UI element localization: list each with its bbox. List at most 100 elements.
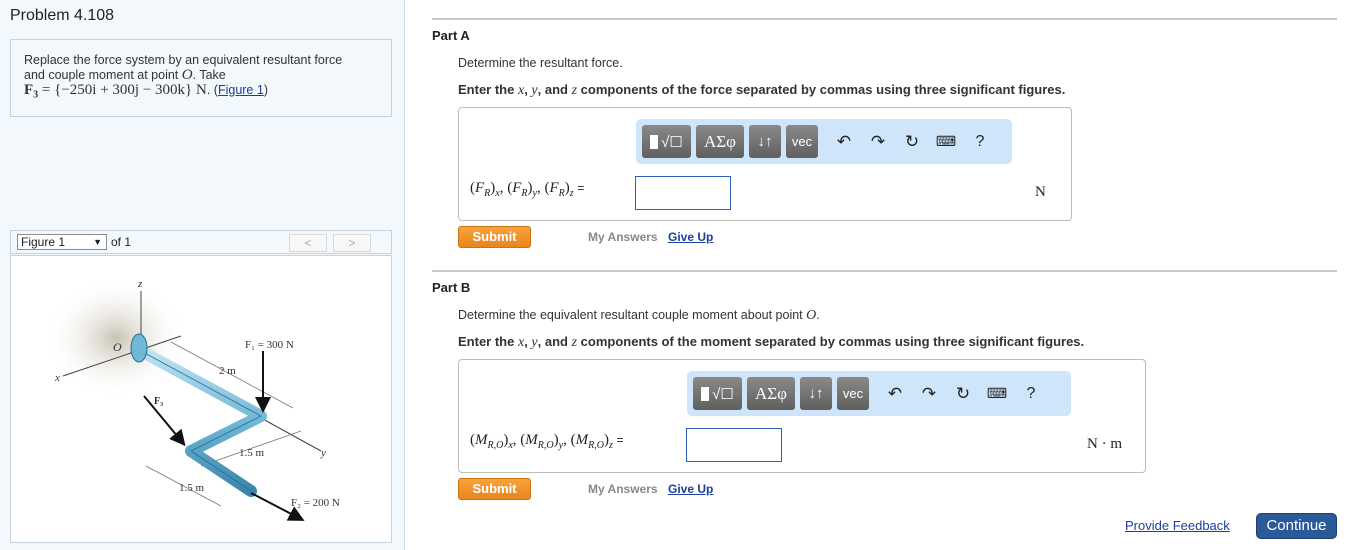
dim-15m-label-a: 1.5 m: [239, 447, 265, 459]
keyboard-icon[interactable]: ⌨: [929, 133, 963, 150]
axis-x-label: x: [54, 372, 60, 384]
part-b-divider: [432, 270, 1337, 272]
part-a-math-toolbar: √☐ ΑΣφ ↓↑ vec ↶ ↷ ↻ ⌨ ?: [636, 119, 1012, 164]
axis-y-label: y: [320, 447, 326, 459]
radical-icon: √☐: [661, 133, 683, 151]
part-a-instruction: Enter the x, y, and z components of the …: [458, 82, 1065, 99]
eq-var-x: x: [508, 440, 513, 451]
point-o: O: [181, 67, 193, 83]
figure-count: of 1: [111, 235, 132, 249]
problem-statement: Replace the force system by an equivalen…: [10, 39, 392, 117]
part-a-answer-box: √☐ ΑΣφ ↓↑ vec ↶ ↷ ↻ ⌨ ? (FR)x, (FR)y, (F…: [458, 107, 1072, 221]
dim-15m-label-b: 1.5 m: [179, 482, 205, 494]
greek-symbols-button[interactable]: ΑΣφ: [747, 377, 795, 410]
f1-label: F₁ = 300 N: [245, 339, 294, 351]
statement-suffix: . Take: [192, 68, 226, 82]
eq-sub: R: [484, 188, 491, 199]
figure-select-value: Figure 1: [21, 235, 66, 249]
help-icon[interactable]: ?: [1014, 385, 1048, 403]
part-b-give-up-link[interactable]: Give Up: [668, 482, 713, 496]
part-b-my-answers[interactable]: My Answers: [588, 482, 658, 496]
part-a-my-answers[interactable]: My Answers: [588, 230, 658, 244]
dropdown-arrow-icon: ▼: [93, 237, 102, 247]
next-figure-button[interactable]: >: [333, 234, 371, 252]
continue-button[interactable]: Continue: [1256, 513, 1337, 539]
eq-var-x: x: [495, 188, 500, 199]
force-label: F: [24, 82, 34, 98]
part-b-unit: N · m: [1087, 436, 1122, 452]
eq-symbol: M: [525, 432, 538, 448]
prompt-post: .: [816, 308, 820, 322]
part-a-prompt: Determine the resultant force.: [458, 56, 623, 70]
templates-button[interactable]: √☐: [642, 125, 691, 158]
part-b-answer-input[interactable]: [686, 428, 782, 462]
redo-icon[interactable]: ↷: [912, 384, 946, 404]
wall-shading: [46, 278, 186, 398]
reset-icon[interactable]: ↻: [895, 132, 929, 152]
force-f3-arrow: [143, 395, 186, 447]
instr-post: components of the moment separated by co…: [577, 334, 1085, 349]
sep: , and: [537, 82, 572, 97]
chevron-left-icon: <: [304, 236, 312, 250]
eq-var-z: z: [569, 188, 574, 199]
instr-post: components of the force separated by com…: [577, 82, 1066, 97]
eq-sub: R,O: [588, 440, 604, 451]
prompt-pre: Determine the equivalent resultant coupl…: [458, 308, 807, 322]
subscript-button[interactable]: ↓↑: [749, 125, 781, 158]
figure-select[interactable]: Figure 1 ▼: [17, 234, 107, 250]
origin-label: O: [113, 340, 122, 354]
vector-button[interactable]: vec: [837, 377, 869, 410]
part-a-answer-input[interactable]: [635, 176, 731, 210]
part-a-equation-label: (FR)x, (FR)y, (FR)z =: [470, 180, 585, 199]
greek-label: ΑΣφ: [704, 131, 736, 151]
provide-feedback-link[interactable]: Provide Feedback: [1125, 518, 1230, 533]
arrows-updown-icon: ↓↑: [757, 133, 773, 150]
templates-icon: [701, 386, 710, 401]
keyboard-icon[interactable]: ⌨: [980, 385, 1014, 402]
undo-icon[interactable]: ↶: [827, 132, 861, 152]
templates-button[interactable]: √☐: [693, 377, 742, 410]
templates-icon: [650, 134, 659, 149]
reset-icon[interactable]: ↻: [946, 384, 980, 404]
part-a-submit-button[interactable]: Submit: [458, 226, 531, 248]
part-b-title: Part B: [432, 280, 471, 295]
vec-label: vec: [791, 134, 813, 149]
sep: , and: [537, 334, 572, 349]
statement-line1: Replace the force system by an equivalen…: [24, 53, 343, 67]
eq-sub: R: [521, 188, 528, 199]
part-a-divider: [432, 18, 1337, 20]
undo-icon[interactable]: ↶: [878, 384, 912, 404]
subscript-button[interactable]: ↓↑: [800, 377, 832, 410]
eq-sub: R,O: [537, 440, 554, 451]
eq-symbol: F: [475, 180, 485, 196]
vector-button[interactable]: vec: [786, 125, 818, 158]
eq-sub: R,O: [487, 440, 504, 451]
greek-symbols-button[interactable]: ΑΣφ: [696, 125, 744, 158]
part-b-submit-button[interactable]: Submit: [458, 478, 531, 500]
eq-symbol: F: [549, 180, 559, 196]
prev-figure-button[interactable]: <: [289, 234, 327, 252]
part-a-unit: N: [1035, 184, 1046, 200]
eq-symbol: M: [575, 432, 589, 448]
chevron-right-icon: >: [348, 236, 356, 250]
arrows-updown-icon: ↓↑: [808, 385, 824, 402]
dim-2m-label: 2 m: [219, 365, 236, 377]
statement-line2: and couple moment at point: [24, 68, 182, 82]
paren-close: ): [263, 83, 268, 97]
instr-pre: Enter the: [458, 82, 518, 97]
flange: [130, 333, 148, 363]
eq-var-y: y: [532, 188, 537, 199]
figure-link[interactable]: Figure 1: [218, 83, 264, 97]
radical-icon: √☐: [712, 385, 734, 403]
f3-label: F₃: [154, 396, 163, 407]
eq-sub: R: [558, 188, 565, 199]
figure-image: z x y O F₁ = 300 N F₂ = 200 N F₃ 2 m 1.5…: [10, 255, 392, 543]
redo-icon[interactable]: ↷: [861, 132, 895, 152]
eq-var-z: z: [608, 440, 613, 451]
part-a-give-up-link[interactable]: Give Up: [668, 230, 713, 244]
problem-panel: Problem 4.108 Replace the force system b…: [0, 0, 405, 550]
greek-label: ΑΣφ: [755, 383, 787, 403]
figure-nav-bar: Figure 1 ▼ of 1 < >: [10, 230, 392, 254]
help-icon[interactable]: ?: [963, 133, 997, 151]
point-o: O: [806, 308, 817, 323]
